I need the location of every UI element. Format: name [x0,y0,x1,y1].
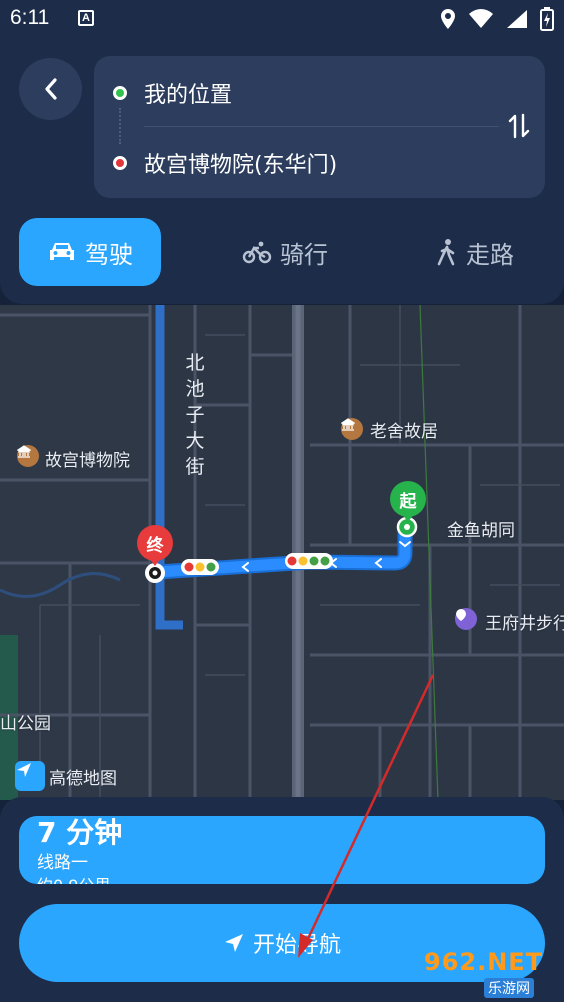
street-jinyu-hutong-label: 金鱼胡同 [447,521,515,541]
tab-ride[interactable]: 骑行 [230,218,340,286]
palace-icon [17,445,39,467]
museum-icon [341,418,363,440]
poi-wangfujing-label[interactable]: 王府井步行 [485,609,564,634]
car-icon [50,243,74,260]
route-header: 我的位置 故宫博物院(东华门) 驾驶 骑行 走路 [0,38,564,304]
amap-logo-icon [15,761,45,791]
tab-drive[interactable]: 驾驶 [19,218,161,286]
route-option-card[interactable]: 7 分钟 线路一 约0.9公里 [19,816,545,884]
start-navigation-label: 开始导航 [252,933,341,958]
end-marker-pin [149,558,161,566]
poi-laoshe-label[interactable]: 老舍故居 [370,417,438,442]
back-button[interactable] [19,58,82,120]
location-icon [441,9,455,29]
navigate-arrow-icon [224,934,243,952]
route-input-box: 我的位置 故宫博物院(东华门) [94,56,545,198]
map-roads [0,305,564,800]
swap-arrows-icon [508,113,530,139]
destination-field[interactable]: 故宫博物院(东华门) [94,138,494,188]
shopping-street-icon [455,608,477,630]
route-map[interactable]: 北池子大街 老舍故居 故宫博物院 金鱼胡同 王府井步行 山公园 终 起 高德地图 [0,305,564,800]
status-bar: 6:11 A [0,0,564,38]
navigation-screen: 6:11 A 我的位置 故宫博物院(东华门) 驾驶 骑行 走路 北 池 子 大 … [0,0,564,1002]
destination-text: 故宫博物院(东华门) [144,153,338,178]
bike-icon [242,241,272,264]
tab-walk-label: 走路 [466,240,514,269]
poi-palace-museum-label[interactable]: 故宫博物院 [45,446,130,471]
status-time: 6:11 [10,6,50,29]
watermark-top: 962.NET [424,948,544,976]
route-distance: 约0.9公里 [37,872,110,884]
poi-park-label: 山公园 [0,714,51,734]
watermark: 962.NET 乐游网 [424,948,558,998]
start-marker: 起 [390,481,426,517]
traffic-light-icon-1 [181,559,219,575]
notification-a-icon: A [78,10,94,26]
wifi-icon [469,9,493,28]
signal-icon [507,10,527,28]
origin-dot-icon [113,86,127,100]
map-logo-text: 高德地图 [49,768,117,789]
street-label-beichizi: 北池子大街 [185,352,205,478]
route-name: 线路一 [37,853,88,873]
watermark-bottom: 乐游网 [484,978,534,998]
start-marker-pin [402,514,414,522]
tab-ride-label: 骑行 [280,240,328,269]
tab-walk[interactable]: 走路 [420,218,530,286]
swap-route-button[interactable] [503,108,535,144]
battery-icon [540,7,554,31]
transport-modes: 驾驶 骑行 走路 [0,218,564,288]
origin-field[interactable]: 我的位置 [94,68,494,118]
walk-icon [437,239,455,266]
origin-text: 我的位置 [144,83,233,108]
traffic-light-icon-2 [285,553,333,569]
map-logo: 高德地图 [15,761,117,791]
status-icons [440,6,554,32]
route-duration: 7 分钟 [37,816,123,849]
chevron-left-icon [44,78,57,100]
destination-dot-icon [113,156,127,170]
route-divider [144,126,499,127]
end-marker: 终 [137,525,173,561]
tab-drive-label: 驾驶 [85,240,133,269]
